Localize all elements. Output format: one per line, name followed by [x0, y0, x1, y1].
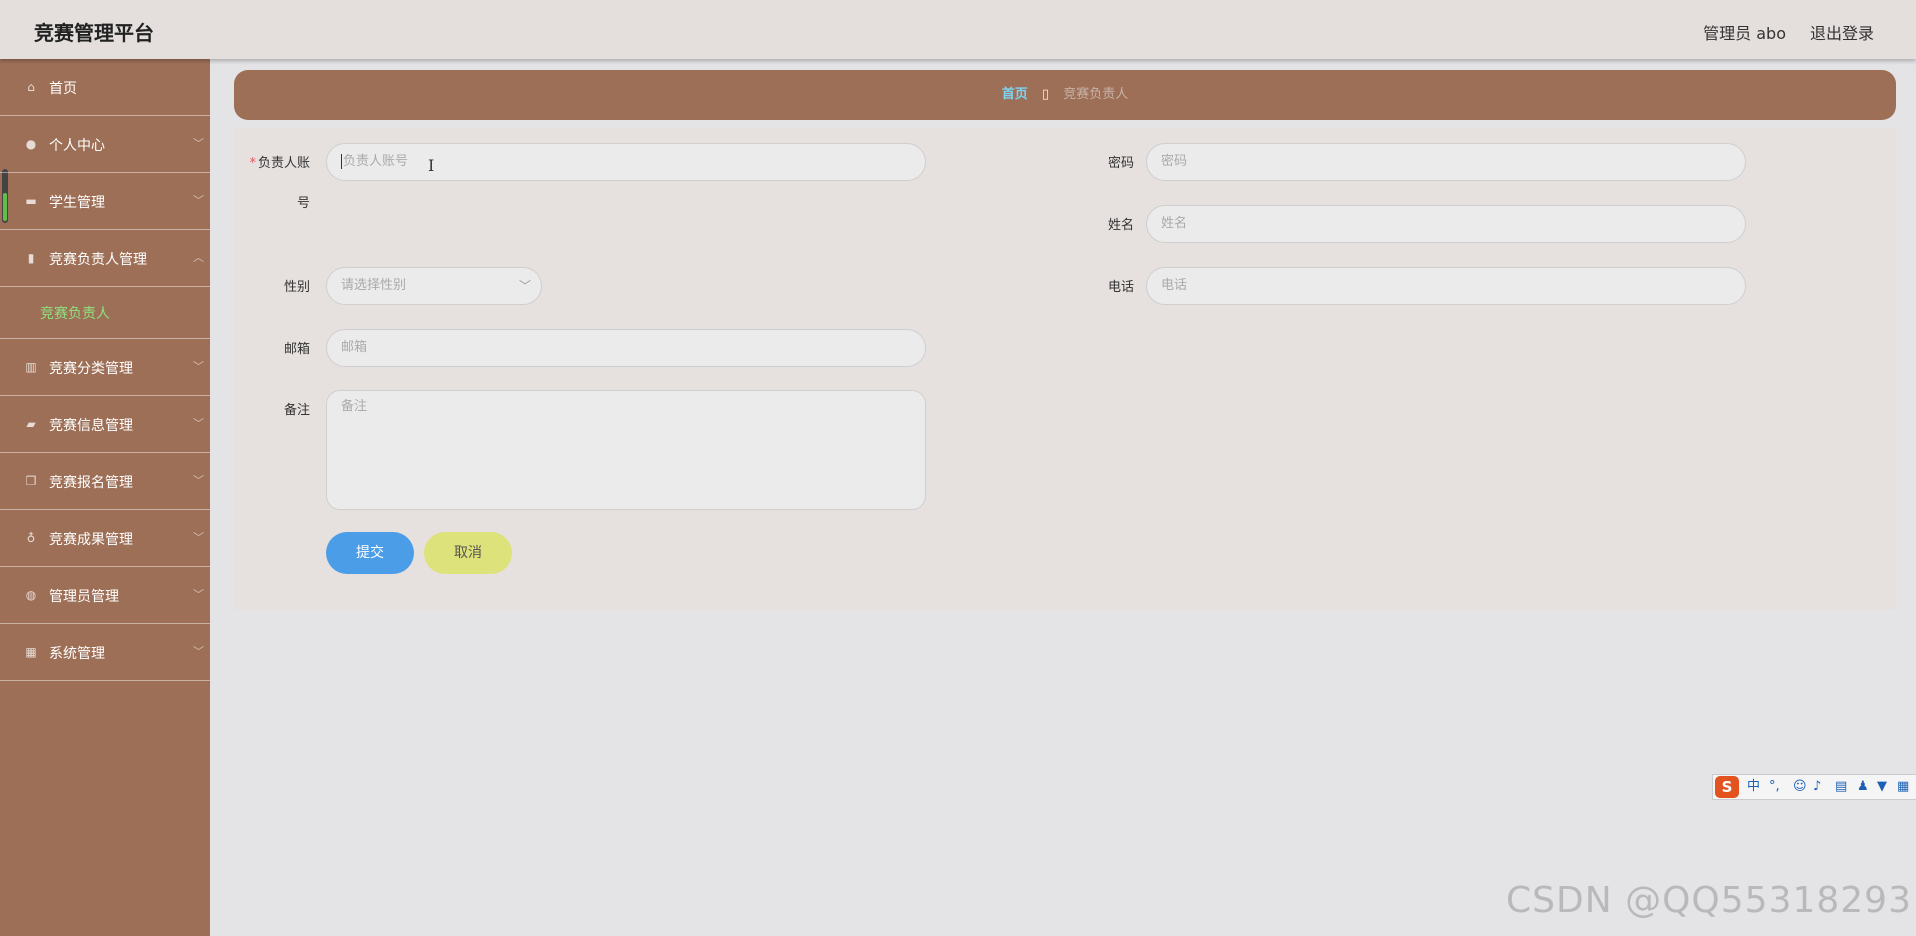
remark-textarea[interactable]: 备注 [326, 390, 926, 510]
emoji-icon[interactable]: ☺ [1793, 775, 1807, 799]
ime-mode-chinese[interactable]: 中 [1747, 775, 1760, 799]
account-placeholder: 负责人账号 [343, 154, 409, 169]
account-label-wrap: 号 [296, 196, 310, 211]
sidebar-item-system[interactable]: ▦ 系统管理 ﹀ [0, 624, 210, 681]
breadcrumb-separator-icon: ▯ [1041, 87, 1050, 102]
account-input[interactable]: 负责人账号 [326, 143, 926, 181]
sidebar-item-results[interactable]: ♁ 竞赛成果管理 ﹀ [0, 510, 210, 567]
logout-link[interactable]: 退出登录 [1810, 20, 1874, 44]
mic-icon: ♁ [26, 531, 36, 545]
globe-icon: ◍ [25, 588, 37, 602]
sidebar-item-students[interactable]: ▬ 学生管理 ﹀ [0, 173, 210, 230]
breadcrumb-home[interactable]: 首页 [1002, 87, 1028, 102]
sidebar-subitem-leader[interactable]: 竞赛负责人 [0, 287, 210, 339]
copy-icon: ❐ [25, 474, 37, 488]
password-input[interactable]: 密码 [1146, 143, 1746, 181]
sidebar-item-leader-management[interactable]: ▮ 竞赛负责人管理 ︿ [0, 230, 210, 287]
watermark: CSDN @QQ55318293 [1506, 880, 1912, 921]
name-label: 姓名 [1107, 218, 1134, 233]
sidebar-subitem-label: 竞赛负责人 [40, 306, 110, 322]
chevron-down-icon: ﹀ [193, 645, 204, 658]
email-label: 邮箱 [283, 342, 310, 357]
sidebar-item-info[interactable]: ▰ 竞赛信息管理 ﹀ [0, 396, 210, 453]
gender-select[interactable]: 请选择性别 ﹀ [326, 267, 542, 305]
chevron-up-icon: ︿ [193, 251, 204, 264]
text-cursor-icon: I [428, 156, 435, 175]
chevron-down-icon: ﹀ [193, 360, 204, 373]
submit-button[interactable]: 提交 [326, 532, 414, 574]
sidebar-item-label: 首页 [49, 81, 77, 97]
sidebar-item-home[interactable]: ⌂ 首页 [0, 59, 210, 116]
microphone-icon[interactable]: ♪ [1813, 775, 1821, 799]
phone-label: 电话 [1107, 280, 1134, 295]
sidebar-item-registration[interactable]: ❐ 竞赛报名管理 ﹀ [0, 453, 210, 510]
user-icon: ● [25, 137, 37, 151]
sidebar-item-label: 竞赛分类管理 [49, 361, 133, 377]
breadcrumb: 首页 ▯ 竞赛负责人 [234, 70, 1896, 120]
keyboard-icon[interactable]: ▤ [1835, 775, 1847, 799]
cancel-button[interactable]: 取消 [424, 532, 512, 574]
sidebar-item-label: 个人中心 [49, 138, 105, 154]
text-caret [341, 154, 342, 169]
grid-icon[interactable]: ▦ [1897, 775, 1909, 799]
sidebar-item-admins[interactable]: ◍ 管理员管理 ﹀ [0, 567, 210, 624]
sogou-logo-icon[interactable]: S [1715, 776, 1739, 798]
user-icon[interactable]: ♟ [1857, 775, 1869, 799]
chevron-down-icon: ﹀ [193, 531, 204, 544]
ime-toolbar: S 中 °, ☺ ♪ ▤ ♟ ▼ ▦ [1712, 774, 1916, 800]
phone-input[interactable]: 电话 [1146, 267, 1746, 305]
required-mark: * [249, 156, 256, 171]
admin-label: 管理员 abo [1703, 24, 1786, 43]
sidebar-item-personal-center[interactable]: ● 个人中心 ﹀ [0, 116, 210, 173]
sidebar-item-label: 学生管理 [49, 195, 105, 211]
sidebar-item-label: 系统管理 [49, 646, 105, 662]
chevron-down-icon: ﹀ [193, 194, 204, 207]
sidebar-item-label: 竞赛信息管理 [49, 418, 133, 434]
top-header: 竞赛管理平台 管理员 abo 退出登录 [0, 0, 1916, 59]
sidebar-item-label: 管理员管理 [49, 589, 119, 605]
sidebar-item-label: 竞赛报名管理 [49, 475, 133, 491]
email-input[interactable]: 邮箱 [326, 329, 926, 367]
sidebar: ⌂ 首页 ● 个人中心 ﹀ ▬ 学生管理 ﹀ ▮ 竞赛负责人管理 ︿ 竞赛负责人… [0, 59, 210, 936]
account-label: * 负责人账 [248, 152, 310, 171]
chevron-down-icon: ﹀ [193, 588, 204, 601]
chart-icon: ▥ [25, 360, 37, 374]
monitor-icon: ▬ [25, 194, 37, 208]
account-label-line1: 负责人账 [257, 156, 310, 171]
breadcrumb-current: 竞赛负责人 [1063, 87, 1129, 102]
sidebar-item-label: 竞赛成果管理 [49, 532, 133, 548]
form-panel: * 负责人账 号 负责人账号 密码 密码 姓名 姓名 性别 请选择性别 ﹀ 电话 … [234, 128, 1896, 610]
home-icon: ⌂ [27, 80, 35, 94]
password-label: 密码 [1107, 156, 1134, 171]
gender-label: 性别 [283, 280, 310, 295]
sidebar-item-label: 竞赛负责人管理 [49, 252, 147, 268]
punctuation-icon[interactable]: °, [1769, 775, 1780, 799]
sidebar-item-category[interactable]: ▥ 竞赛分类管理 ﹀ [0, 339, 210, 396]
clipboard-icon: ▮ [27, 251, 35, 265]
chat-icon: ▰ [26, 417, 36, 431]
app-title: 竞赛管理平台 [34, 21, 154, 45]
skin-icon[interactable]: ▼ [1877, 775, 1887, 799]
gender-placeholder: 请选择性别 [341, 278, 407, 293]
chevron-down-icon: ﹀ [193, 417, 204, 430]
chevron-down-icon: ﹀ [193, 137, 204, 150]
remark-label: 备注 [283, 403, 310, 418]
chevron-down-icon: ﹀ [518, 279, 531, 293]
chevron-down-icon: ﹀ [193, 474, 204, 487]
grid-icon: ▦ [25, 645, 37, 659]
name-input[interactable]: 姓名 [1146, 205, 1746, 243]
